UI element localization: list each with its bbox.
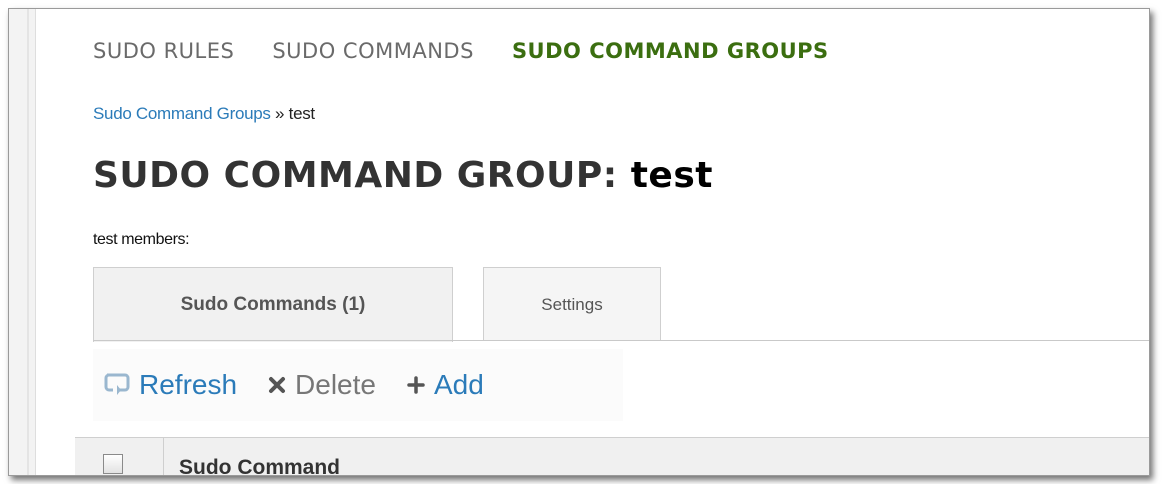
refresh-label: Refresh [139, 369, 238, 400]
facet-tab-label: Settings [541, 294, 603, 314]
close-icon [267, 375, 287, 395]
facet-tab-settings[interactable]: Settings [483, 267, 661, 341]
breadcrumb-separator: » [270, 104, 289, 123]
tab-divider [93, 340, 1149, 341]
action-toolbar: Refresh Delete Add [93, 349, 623, 421]
breadcrumb-link-sudo-command-groups[interactable]: Sudo Command Groups [93, 104, 271, 123]
table-header-row: Sudo Command [75, 437, 1149, 475]
members-label: test members: [93, 231, 190, 248]
tab-sudo-command-groups[interactable]: SUDO COMMAND GROUPS [512, 39, 829, 63]
main-content: SUDO RULES SUDO COMMANDS SUDO COMMAND GR… [35, 9, 1149, 475]
delete-label: Delete [295, 369, 376, 400]
page-title-entity: test [630, 155, 713, 196]
screenshot-frame: SUDO RULES SUDO COMMANDS SUDO COMMAND GR… [8, 8, 1150, 476]
refresh-button[interactable]: Refresh [103, 369, 237, 401]
add-label: Add [433, 369, 484, 400]
sidebar-strip [9, 9, 36, 475]
breadcrumb: Sudo Command Groups » test [93, 104, 315, 124]
refresh-icon [103, 372, 131, 398]
page-title: SUDO COMMAND GROUP: test [93, 155, 713, 196]
facet-tab-sudo-commands[interactable]: Sudo Commands (1) [93, 267, 453, 342]
facet-tab-label: Sudo Commands (1) [180, 294, 366, 315]
tab-sudo-rules[interactable]: SUDO RULES [93, 39, 234, 63]
page-title-prefix: SUDO COMMAND GROUP: [93, 155, 618, 196]
top-navigation: SUDO RULES SUDO COMMANDS SUDO COMMAND GR… [93, 39, 867, 63]
select-all-checkbox[interactable] [103, 454, 123, 474]
column-header-sudo-command[interactable]: Sudo Command [179, 456, 340, 475]
add-button[interactable]: Add [406, 369, 484, 401]
plus-icon [406, 375, 426, 395]
delete-button[interactable]: Delete [267, 369, 376, 401]
breadcrumb-current: test [288, 104, 316, 123]
select-all-cell [75, 438, 164, 475]
tab-sudo-commands[interactable]: SUDO COMMANDS [272, 39, 474, 63]
